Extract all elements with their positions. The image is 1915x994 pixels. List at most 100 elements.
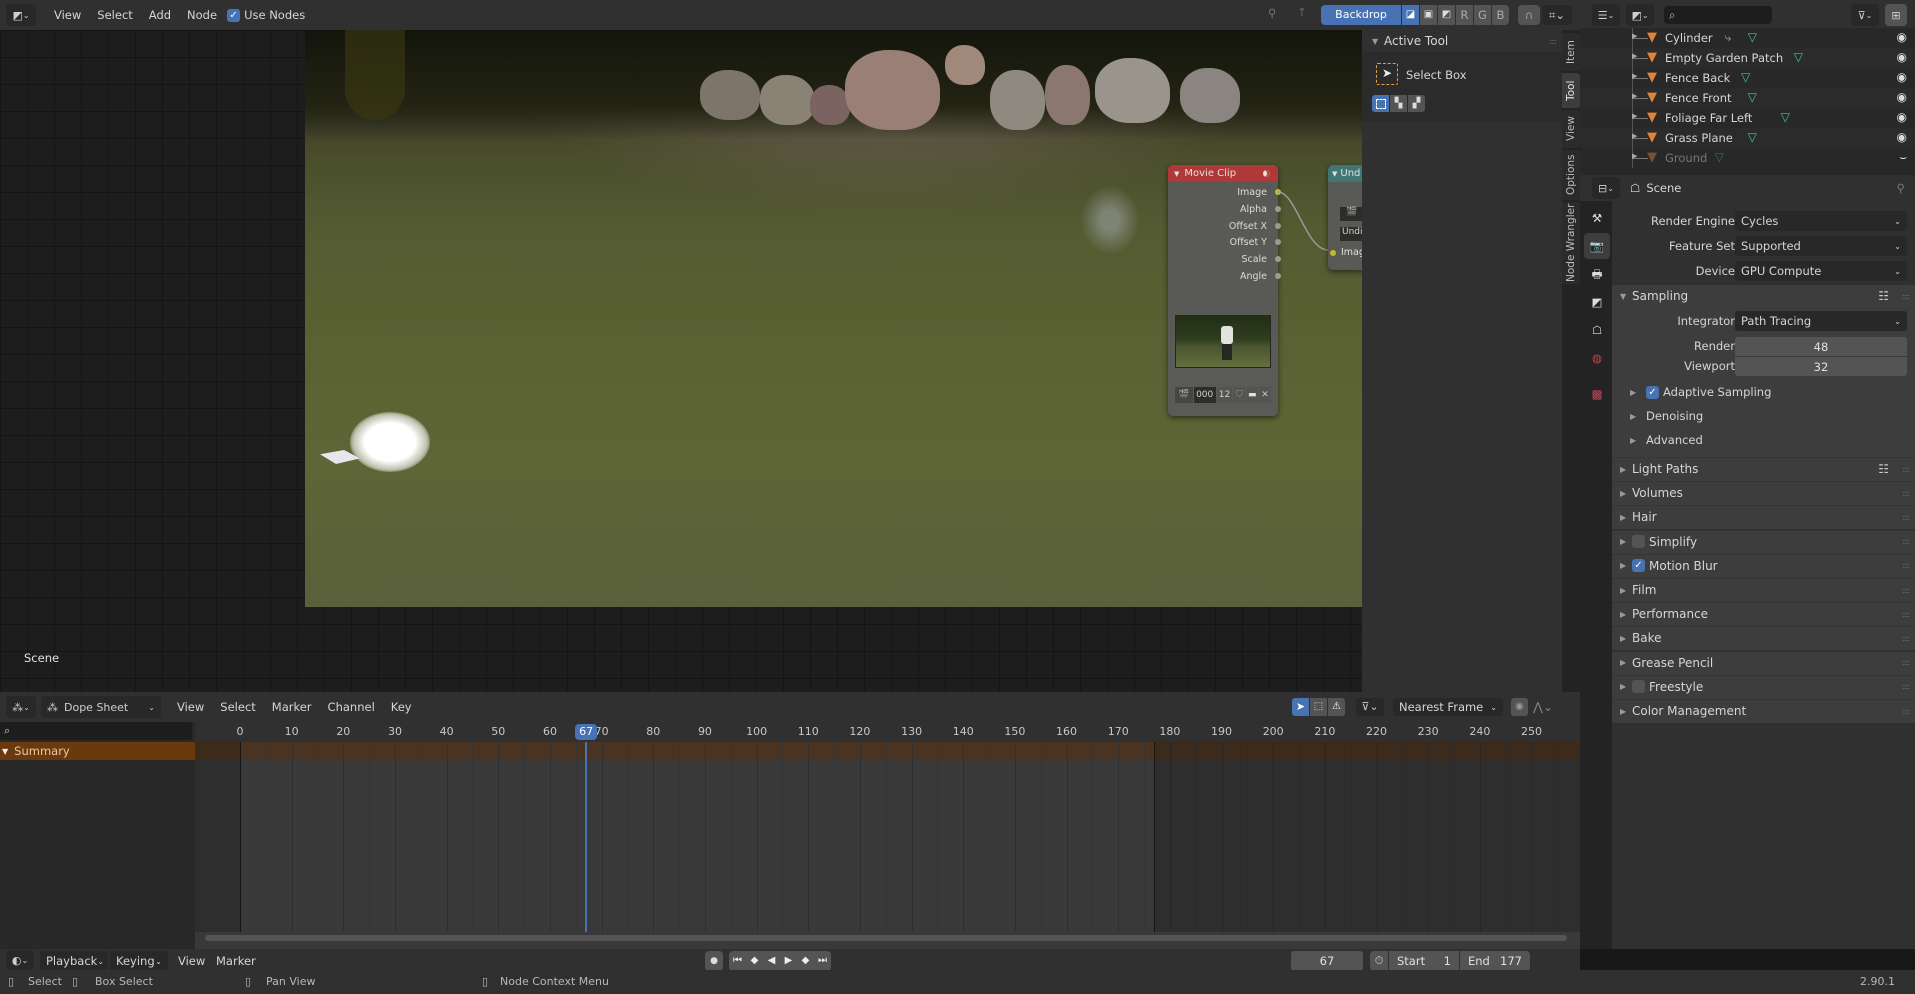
panel-grip-icon[interactable]: :::: xyxy=(1902,292,1910,301)
channel-b-button[interactable]: B xyxy=(1492,5,1509,25)
undistortion-node[interactable]: ▼Und 🎬 Undi Image xyxy=(1328,165,1364,270)
panel-simplify[interactable]: ▶ Simplify:::: xyxy=(1620,531,1915,553)
outliner-item[interactable]: ▶ ▼ Fence Back ◉ ▽ xyxy=(1580,68,1915,88)
mesh-data-icon[interactable]: ▽ xyxy=(1781,110,1790,124)
unlink-close-icon[interactable]: ✕ xyxy=(1259,387,1272,403)
dope-menu-channel[interactable]: Channel xyxy=(320,700,383,714)
sampling-subpanel-adaptive-sampling[interactable]: ▶ ✓ Adaptive Sampling xyxy=(1630,382,1771,402)
presets-list-icon[interactable]: ☷ xyxy=(1878,462,1889,476)
visibility-eye-icon[interactable]: ◉ xyxy=(1897,70,1907,84)
outliner-item-name[interactable]: Ground xyxy=(1665,151,1707,165)
show-hidden-icon[interactable]: ⬚ xyxy=(1310,698,1327,716)
new-collection-icon[interactable]: ⊞ xyxy=(1885,4,1907,26)
playhead-frame-badge[interactable]: 67 xyxy=(575,724,598,740)
menu-view[interactable]: View xyxy=(46,8,89,22)
outliner-item[interactable]: ▶ ▼ Grass Plane ◉ ▽ xyxy=(1580,128,1915,148)
mode-subtract-icon[interactable]: ▞ xyxy=(1408,95,1425,112)
backdrop-alpha-icon[interactable]: ◩ xyxy=(1438,5,1455,25)
mesh-data-icon[interactable]: ▽ xyxy=(1715,150,1724,164)
outliner-item[interactable]: ▶ ▼ Empty Garden Patch ◉ ▽ xyxy=(1580,48,1915,68)
outliner-filter-button[interactable]: ⊽ ⌄ xyxy=(1851,4,1879,26)
panel-bake[interactable]: ▶ Bake:::: xyxy=(1620,627,1915,649)
dope-menu-key[interactable]: Key xyxy=(383,700,420,714)
outliner-item-name[interactable]: Fence Front xyxy=(1665,91,1732,105)
playhead-line[interactable] xyxy=(585,742,588,932)
panel-performance[interactable]: ▶ Performance:::: xyxy=(1620,603,1915,625)
outliner-item[interactable]: ▶ ▼ Fence Front ◉ ▽ xyxy=(1580,88,1915,108)
mode-extend-icon[interactable]: ▚ xyxy=(1390,95,1407,112)
jump-prev-keyframe-icon[interactable]: ◆ xyxy=(746,951,763,971)
panel-grip-icon[interactable]: :::: xyxy=(1902,561,1910,570)
panel-color-management[interactable]: ▶ Color Management:::: xyxy=(1620,700,1915,722)
presets-list-icon[interactable]: ☷ xyxy=(1878,289,1889,303)
falloff-curve-icon[interactable]: ⋀⌄ xyxy=(1530,698,1556,716)
panel-checkbox[interactable] xyxy=(1632,535,1645,549)
modifier-link-icon[interactable]: ⤷ xyxy=(1725,30,1731,45)
mesh-data-icon[interactable]: ▽ xyxy=(1748,90,1757,104)
sampling-subpanel-advanced[interactable]: ▶ Advanced xyxy=(1630,430,1703,450)
mesh-data-icon[interactable]: ▽ xyxy=(1794,50,1803,64)
summary-channel[interactable]: ▼ Summary xyxy=(0,742,195,760)
mesh-data-icon[interactable]: ▽ xyxy=(1748,30,1757,44)
channel-r-button[interactable]: R xyxy=(1456,5,1473,25)
play-reverse-icon[interactable]: ◀ xyxy=(763,951,780,971)
pin-icon[interactable]: ⚲ xyxy=(1897,181,1905,195)
expand-arrow-icon[interactable]: ▶ xyxy=(1632,52,1637,60)
outliner-item[interactable]: ▶ ▼ Cylinder ◉ ▽ ⤷ xyxy=(1580,28,1915,48)
dope-menu-view[interactable]: View xyxy=(169,700,212,714)
panel-grip-icon[interactable]: :::: xyxy=(1902,489,1910,498)
outliner-item-name[interactable]: Foliage Far Left xyxy=(1665,111,1752,125)
panel-grease-pencil[interactable]: ▶ Grease Pencil:::: xyxy=(1620,652,1915,674)
outliner-item[interactable]: ▶ ▼ Ground ⌣ ▽ xyxy=(1580,148,1915,168)
expand-arrow-icon[interactable]: ▶ xyxy=(1632,72,1637,80)
use-nodes-checkbox[interactable]: ✓ xyxy=(227,8,241,22)
collapse-icon[interactable]: ▼ xyxy=(1174,170,1179,178)
select-box-tool-icon[interactable]: ➤ xyxy=(1376,63,1398,85)
visibility-eye-icon[interactable]: ◉ xyxy=(1897,30,1907,44)
movie-clip-node[interactable]: ▼ Movie Clip Image Alpha Offset X Offset… xyxy=(1168,165,1281,416)
outliner-item-name[interactable]: Empty Garden Patch xyxy=(1665,51,1783,65)
tab-item[interactable]: Item xyxy=(1562,33,1580,71)
backdrop-color-alpha-icon[interactable]: ◪ xyxy=(1402,5,1419,25)
dope-sheet-timeline[interactable]: 0 10 20 30 40 50 60 70 80 90 100 110 120 130 140 150 160… xyxy=(195,722,1585,949)
outliner-editor-type-button[interactable]: ☰ ⌄ xyxy=(1592,4,1620,26)
expand-arrow-icon[interactable]: ▶ xyxy=(1632,32,1637,40)
snap-settings-icon[interactable]: ⌗⌄ xyxy=(1542,5,1572,25)
channel-g-button[interactable]: G xyxy=(1474,5,1491,25)
render-engine-dropdown[interactable]: Cycles ⌄ xyxy=(1735,211,1907,231)
sampling-panel-header[interactable]: ▼ Sampling ☷ :::: xyxy=(1620,285,1915,307)
visibility-eye-icon[interactable]: ◉ xyxy=(1897,50,1907,64)
jump-end-icon[interactable]: ⏭ xyxy=(814,951,831,971)
tab-tool[interactable]: Tool xyxy=(1562,73,1580,108)
mode-set-icon[interactable] xyxy=(1372,95,1389,112)
filter-icon[interactable]: ⊽⌄ xyxy=(1356,698,1384,716)
jump-next-keyframe-icon[interactable]: ◆ xyxy=(797,951,814,971)
preview-range-stopwatch-icon[interactable]: ⏱ xyxy=(1370,951,1388,971)
input-image-socket[interactable] xyxy=(1330,249,1336,256)
visibility-eye-icon[interactable]: ◉ xyxy=(1897,110,1907,124)
record-button[interactable]: ● xyxy=(705,951,723,971)
visibility-eye-icon[interactable]: ◉ xyxy=(1897,130,1907,144)
pin-icon[interactable]: ⚲ xyxy=(1268,6,1276,20)
properties-editor-type-button[interactable]: ⊟ ⌄ xyxy=(1592,177,1620,199)
active-tool-panel-header[interactable]: ▼ Active Tool :::: xyxy=(1362,30,1562,52)
panel-grip-icon[interactable]: :::: xyxy=(1902,610,1910,619)
outliner-item-name[interactable]: Grass Plane xyxy=(1665,131,1733,145)
editor-type-button[interactable]: ◩ ⌄ xyxy=(6,4,36,26)
channel-search-input[interactable]: ⌕ xyxy=(0,722,192,740)
panel-grip-icon[interactable]: :::: xyxy=(1902,586,1910,595)
start-frame-field[interactable]: Start 1 xyxy=(1389,951,1459,971)
end-frame-field[interactable]: End 177 xyxy=(1460,951,1530,971)
clip-browse-icon[interactable]: 🎬 xyxy=(1175,387,1193,403)
node-preview-toggle-icon[interactable] xyxy=(1261,168,1272,179)
panel-grip-icon[interactable]: :::: xyxy=(1902,513,1910,522)
output-angle-socket[interactable] xyxy=(1275,273,1281,279)
panel-grip-icon[interactable]: :::: xyxy=(1902,634,1910,643)
dope-menu-select[interactable]: Select xyxy=(212,700,263,714)
snap-magnet-icon[interactable]: ∩ xyxy=(1518,5,1540,25)
timeline-editor-type-button[interactable]: ◐ ⌄ xyxy=(6,950,34,970)
dope-mode-dropdown[interactable]: ⁂ Dope Sheet ⌄ xyxy=(41,696,161,718)
tab-options[interactable]: Options xyxy=(1562,150,1580,200)
menu-node[interactable]: Node xyxy=(179,8,225,22)
backdrop-color-icon[interactable]: ▣ xyxy=(1420,5,1437,25)
